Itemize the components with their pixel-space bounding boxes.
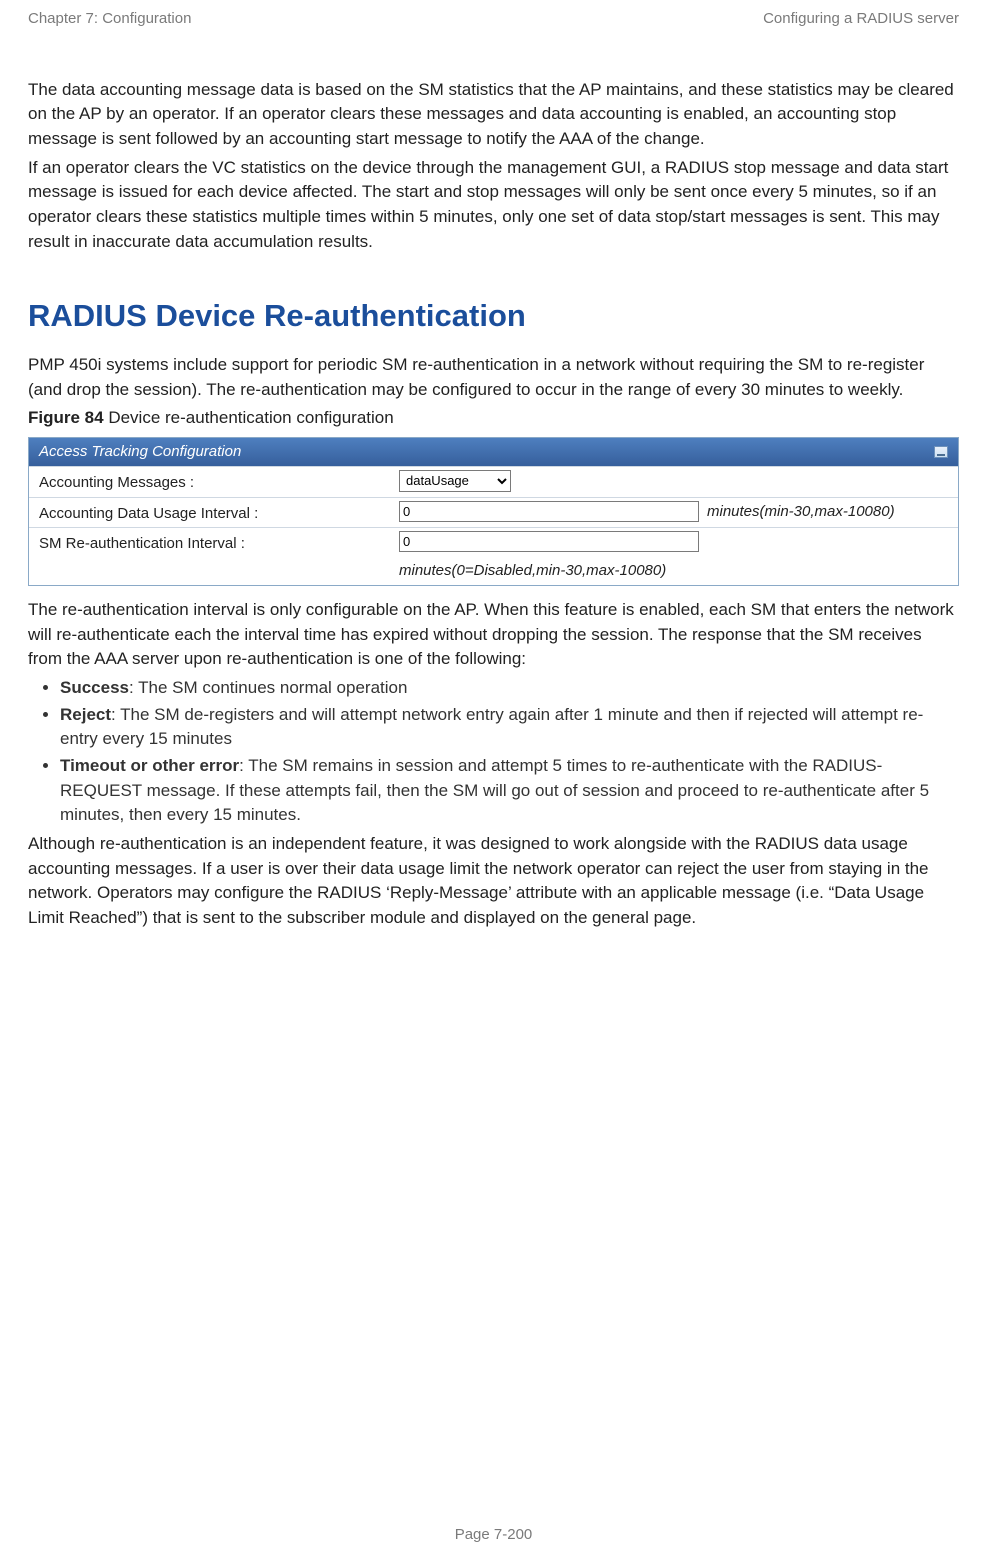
figure-caption: Figure 84 Device re-authentication confi…	[28, 406, 959, 431]
bullet-term: Success	[60, 678, 129, 697]
config-row-data-usage-interval: Accounting Data Usage Interval : minutes…	[29, 497, 958, 528]
bullet-term: Timeout or other error	[60, 756, 239, 775]
bullet-term: Reject	[60, 705, 111, 724]
hint-reauth-interval: minutes(0=Disabled,min-30,max-10080)	[399, 560, 666, 582]
config-row-reauth-interval: SM Re-authentication Interval : minutes(…	[29, 527, 958, 585]
label-reauth-interval: SM Re-authentication Interval :	[39, 531, 399, 555]
list-item: Reject: The SM de-registers and will att…	[60, 703, 959, 752]
bullet-text: : The SM de-registers and will attempt n…	[60, 705, 923, 749]
data-usage-interval-input[interactable]	[399, 501, 699, 522]
header-left: Chapter 7: Configuration	[28, 8, 191, 30]
running-header: Chapter 7: Configuration Configuring a R…	[28, 8, 959, 30]
label-accounting-messages: Accounting Messages :	[39, 470, 399, 494]
label-data-usage-interval: Accounting Data Usage Interval :	[39, 501, 399, 525]
config-title: Access Tracking Configuration	[39, 441, 241, 463]
header-right: Configuring a RADIUS server	[763, 8, 959, 30]
bullet-text: : The SM continues normal operation	[129, 678, 407, 697]
config-row-accounting-messages: Accounting Messages : dataUsage	[29, 466, 958, 497]
section-intro: PMP 450i systems include support for per…	[28, 353, 959, 402]
figure-caption-text: Device re-authentication configuration	[104, 408, 394, 427]
figure-label: Figure 84	[28, 408, 104, 427]
intro-paragraph-2: If an operator clears the VC statistics …	[28, 156, 959, 255]
response-list: Success: The SM continues normal operati…	[60, 676, 959, 828]
list-item: Timeout or other error: The SM remains i…	[60, 754, 959, 828]
reauth-description: The re-authentication interval is only c…	[28, 598, 959, 672]
reauth-closing: Although re-authentication is an indepen…	[28, 832, 959, 931]
accounting-messages-select[interactable]: dataUsage	[399, 470, 511, 492]
config-titlebar: Access Tracking Configuration	[29, 438, 958, 466]
list-item: Success: The SM continues normal operati…	[60, 676, 959, 701]
intro-paragraph-1: The data accounting message data is base…	[28, 78, 959, 152]
reauth-interval-input[interactable]	[399, 531, 699, 552]
minimize-icon[interactable]	[934, 446, 948, 458]
hint-data-usage-interval: minutes(min-30,max-10080)	[707, 501, 895, 523]
page-footer: Page 7-200	[0, 1524, 987, 1546]
config-panel: Access Tracking Configuration Accounting…	[28, 437, 959, 586]
section-heading: RADIUS Device Re-authentication	[28, 294, 959, 339]
